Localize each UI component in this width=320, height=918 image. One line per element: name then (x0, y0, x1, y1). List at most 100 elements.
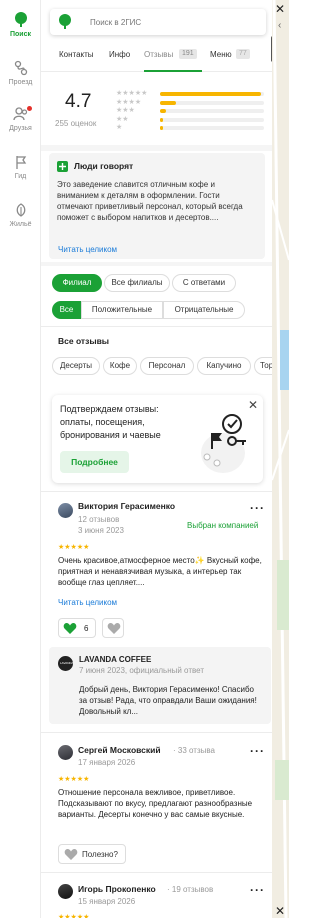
like-outline-button[interactable] (102, 618, 124, 638)
tab-reviews-label: Отзывы (144, 50, 174, 59)
people-say-text: Это заведение славится отличным кофе и в… (57, 180, 243, 222)
nav-guide-label: Гид (14, 173, 27, 180)
nav-housing[interactable]: Жильё (0, 202, 41, 228)
left-navigation: Поиск Проезд Друзья Гид Жильё (0, 0, 41, 918)
rating-bar-fill (160, 117, 164, 122)
filter-negative[interactable]: Отрицательные (163, 301, 245, 319)
place-panel: Контакты Инфо Отзывы 191 Меню 77 4.7 255… (41, 0, 272, 918)
reply-company-name: LAVANDA COFFEE (79, 655, 152, 664)
flag-icon (15, 156, 26, 169)
nav-guide[interactable]: Гид (0, 154, 41, 180)
nav-search-label: Поиск (9, 31, 31, 38)
all-reviews-title: Все отзывы (58, 336, 110, 346)
rating-bar-fill (160, 109, 167, 113)
notification-dot (27, 106, 32, 111)
rating-bar (160, 92, 264, 96)
map-background (272, 0, 289, 918)
more-options-button[interactable]: ··· (250, 884, 265, 896)
divider (41, 262, 272, 266)
review-stars: ★★★★★ (58, 914, 90, 918)
review-author-meta: · 19 отзывов (167, 885, 214, 894)
tag-cappuccino[interactable]: Капучино (197, 357, 251, 375)
more-options-button[interactable]: ··· (250, 502, 265, 514)
review-card: Игорь Прокопенко · 19 отзывов 15 января … (41, 881, 272, 918)
review-date: 3 июня 2023 (78, 526, 124, 535)
like-count: 6 (84, 624, 89, 633)
tab-reviews-count: 191 (179, 49, 197, 59)
rating-bar (160, 117, 264, 122)
rating-row-stars: ★ (116, 124, 123, 131)
review-date: 15 января 2026 (78, 897, 136, 906)
tab-menu-count: 77 (236, 49, 250, 59)
more-options-button[interactable]: ··· (250, 745, 265, 757)
review-author-meta: 12 отзывов (78, 515, 120, 524)
like-button[interactable]: 6 (58, 618, 96, 638)
nav-route[interactable]: Проезд (0, 60, 41, 86)
rating-bar-fill (160, 100, 176, 105)
search-input[interactable] (90, 14, 240, 30)
heart-outline-icon (64, 848, 78, 860)
rating-row-4-stars: ★★★★ (116, 99, 266, 107)
rating-bar (160, 126, 264, 130)
tag-desserts[interactable]: Десерты (52, 357, 100, 375)
rating-summary: 4.7 255 оценок ★★★★★ ★★★★ ★★★ ★★ ★ (41, 73, 272, 145)
promo-text: Подтверждаем отзывы: оплаты, посещения, … (60, 404, 161, 440)
people-say-read-more[interactable]: Читать целиком (58, 244, 117, 255)
nav-friends-label: Друзья (9, 125, 32, 132)
verified-reviews-illustration (201, 414, 246, 473)
tab-menu[interactable]: Меню (210, 49, 232, 60)
avatar[interactable] (58, 884, 73, 899)
reply-meta: 7 июня 2023, официальный ответ (79, 666, 204, 675)
people-say-card: Люди говорят Это заведение славится отли… (49, 153, 265, 259)
divider (41, 732, 272, 733)
review-author[interactable]: Игорь Прокопенко (78, 884, 156, 895)
close-icon[interactable]: ✕ (275, 3, 285, 15)
filter-with-answers[interactable]: С ответами (172, 274, 236, 292)
rating-bar (160, 100, 264, 105)
filter-positive[interactable]: Положительные (81, 301, 163, 319)
tab-reviews[interactable]: Отзывы 191 (144, 47, 202, 72)
close-icon[interactable]: ✕ (275, 905, 285, 917)
filter-all-branches[interactable]: Все филиалы (104, 274, 170, 292)
reply-text: Добрый день, Виктория Герасименко! Спаси… (79, 685, 257, 716)
nav-housing-label: Жильё (9, 221, 32, 228)
promo-card: Подтверждаем отзывы: оплаты, посещения, … (52, 395, 263, 483)
rating-row-2-stars: ★★ (116, 116, 266, 124)
sparkle-icon (57, 161, 68, 172)
review-author-meta: · 33 отзыва (173, 746, 215, 755)
rating-bar-fill (160, 92, 261, 96)
rating-bar (160, 109, 264, 113)
tag-staff[interactable]: Персонал (140, 357, 194, 375)
divider (41, 872, 272, 873)
nav-search[interactable]: Поиск (0, 12, 41, 38)
filter-all[interactable]: Все (52, 301, 81, 319)
avatar[interactable] (58, 745, 73, 760)
tab-contacts[interactable]: Контакты (59, 49, 94, 60)
review-read-more[interactable]: Читать целиком (58, 597, 117, 608)
leaf-icon (14, 12, 27, 27)
avatar[interactable] (58, 503, 73, 518)
heart-outline-icon (107, 622, 121, 634)
review-author[interactable]: Сергей Московский (78, 745, 161, 756)
nav-friends[interactable]: Друзья (0, 106, 41, 132)
rating-row-1-stars: ★ (116, 124, 266, 132)
rating-count: 255 оценок (55, 119, 97, 128)
review-author[interactable]: Виктория Герасименко (78, 501, 175, 512)
useful-button[interactable]: Полезно? (58, 844, 126, 864)
review-text: Отношение персонала вежливое, приветливо… (58, 788, 253, 819)
official-reply: LAVANDA LAVANDA COFFEE 7 июня 2023, офиц… (49, 647, 271, 724)
company-logo: LAVANDA (58, 656, 73, 671)
review-date: 17 января 2026 (78, 758, 136, 767)
nav-route-label: Проезд (8, 79, 33, 86)
tab-info[interactable]: Инфо (109, 49, 130, 60)
filter-branch[interactable]: Филиал (52, 274, 102, 292)
map-view[interactable]: ✕ ‹ ✕ (272, 0, 289, 918)
search-bar[interactable] (50, 9, 266, 35)
promo-more-button[interactable]: Подробнее (60, 451, 129, 473)
review-text: Очень красивое,атмосферное место✨ Вкусны… (58, 556, 262, 587)
tag-coffee[interactable]: Кофе (103, 357, 137, 375)
divider (41, 491, 272, 492)
review-stars: ★★★★★ (58, 776, 90, 783)
chevron-left-icon[interactable]: ‹ (278, 20, 281, 31)
close-icon[interactable]: ✕ (248, 399, 258, 411)
